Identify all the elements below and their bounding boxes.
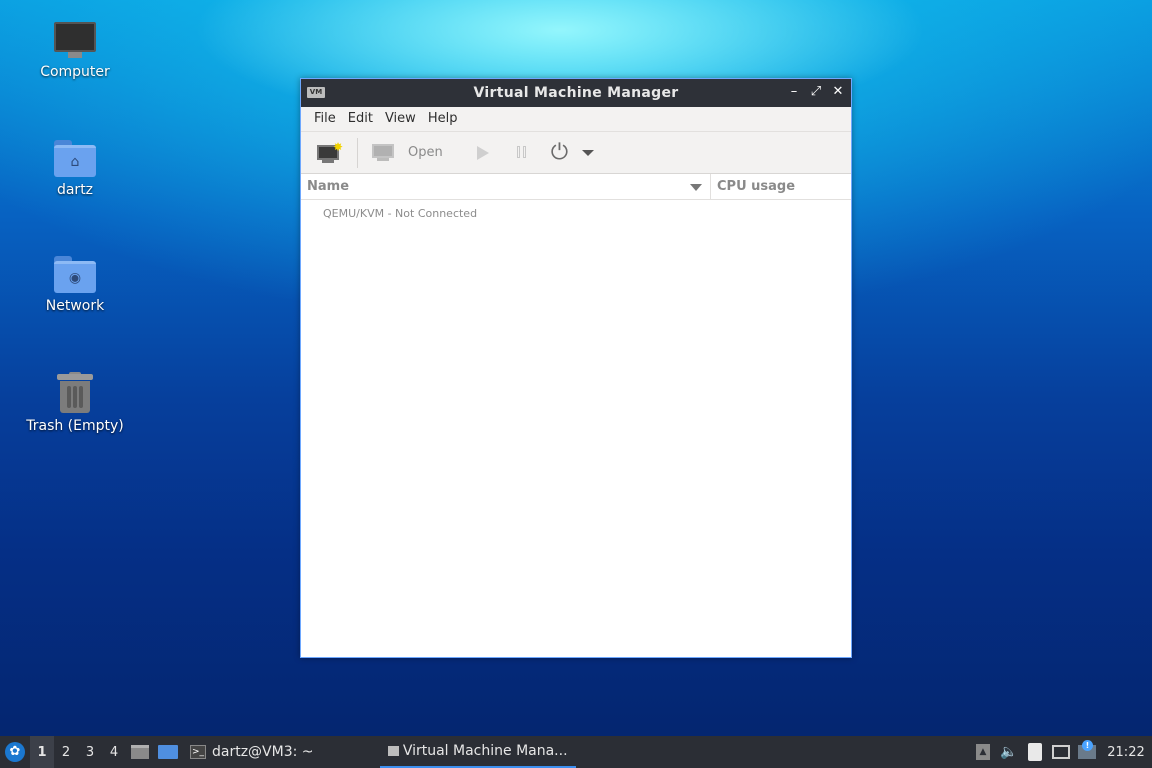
task-vmm[interactable]: Virtual Machine Mana... bbox=[379, 736, 576, 768]
chevron-up-icon: ▲ bbox=[976, 744, 990, 760]
tray-expand-button[interactable]: ▲ bbox=[970, 736, 996, 768]
monitor-icon bbox=[372, 143, 396, 163]
column-name-label: Name bbox=[307, 179, 350, 194]
vmm-app-icon bbox=[387, 746, 399, 756]
window-titlebar[interactable]: VM Virtual Machine Manager – ⤢ ✕ bbox=[301, 79, 851, 107]
open-button[interactable]: Open bbox=[366, 136, 449, 170]
desktop-icon-home[interactable]: ⌂ dartz bbox=[20, 140, 130, 198]
minimize-button[interactable]: – bbox=[785, 83, 803, 101]
trash-icon bbox=[57, 372, 93, 414]
close-button[interactable]: ✕ bbox=[829, 83, 847, 101]
desktop-icon-network[interactable]: ◉ Network bbox=[20, 256, 130, 314]
column-cpu-label: CPU usage bbox=[717, 179, 796, 194]
chevron-down-icon bbox=[582, 149, 595, 156]
menubar: File Edit View Help bbox=[301, 107, 851, 131]
task-terminal-label: dartz@VM3: ~ bbox=[212, 744, 314, 760]
open-button-label: Open bbox=[408, 145, 443, 160]
workspace-2[interactable]: 2 bbox=[54, 736, 78, 768]
notification-icon: ! bbox=[1078, 740, 1096, 759]
menu-edit[interactable]: Edit bbox=[342, 107, 379, 131]
task-vmm-label: Virtual Machine Mana... bbox=[402, 743, 568, 759]
clock[interactable]: 21:22 bbox=[1100, 745, 1152, 760]
workspace-3[interactable]: 3 bbox=[78, 736, 102, 768]
volume-icon: 🔈 bbox=[1000, 744, 1018, 760]
home-folder-icon: ⌂ bbox=[54, 140, 96, 178]
pause-icon bbox=[515, 145, 529, 160]
column-header-name[interactable]: Name bbox=[301, 174, 711, 199]
file-manager-icon bbox=[131, 745, 149, 759]
desktop-icon-label: dartz bbox=[56, 182, 94, 198]
pause-button[interactable] bbox=[509, 136, 535, 170]
clipboard-icon bbox=[1028, 743, 1042, 761]
start-menu-button[interactable]: ✿ bbox=[0, 736, 30, 768]
show-desktop-icon bbox=[158, 745, 178, 759]
play-icon bbox=[476, 145, 489, 160]
run-button[interactable] bbox=[467, 136, 499, 170]
desktop-icon-label: Computer bbox=[40, 64, 110, 80]
clipboard-button[interactable] bbox=[1022, 736, 1048, 768]
taskbar: ✿ 1 2 3 4 >_ dartz@VM3: ~ Virtual Machin… bbox=[0, 736, 1152, 768]
volume-button[interactable]: 🔈 bbox=[996, 736, 1022, 768]
menu-help[interactable]: Help bbox=[422, 107, 464, 131]
desktop-icon-label: Trash (Empty) bbox=[26, 418, 124, 434]
new-vm-button[interactable]: ✸ bbox=[311, 136, 349, 170]
column-header-cpu[interactable]: CPU usage bbox=[711, 174, 851, 199]
vmm-window: VM Virtual Machine Manager – ⤢ ✕ File Ed… bbox=[300, 78, 852, 658]
desktop-icon-label: Network bbox=[45, 298, 105, 314]
network-icon bbox=[1052, 745, 1070, 759]
lxqt-logo-icon: ✿ bbox=[5, 742, 25, 762]
desktop-icon-computer[interactable]: Computer bbox=[20, 22, 130, 80]
power-icon: ⏻ bbox=[550, 139, 569, 165]
connection-label: QEMU/KVM - Not Connected bbox=[323, 206, 478, 220]
notifications-button[interactable]: ! bbox=[1074, 736, 1100, 768]
menu-view[interactable]: View bbox=[379, 107, 422, 131]
sort-descending-icon bbox=[690, 184, 702, 191]
task-terminal[interactable]: >_ dartz@VM3: ~ bbox=[182, 736, 322, 768]
network-button[interactable] bbox=[1048, 736, 1074, 768]
workspace-4[interactable]: 4 bbox=[102, 736, 126, 768]
toolbar-separator bbox=[357, 137, 358, 168]
maximize-button[interactable]: ⤢ bbox=[807, 83, 825, 101]
menu-file[interactable]: File bbox=[308, 107, 342, 131]
network-folder-icon: ◉ bbox=[54, 256, 96, 294]
connection-row[interactable]: QEMU/KVM - Not Connected bbox=[301, 200, 851, 226]
window-title: Virtual Machine Manager bbox=[473, 85, 679, 101]
list-header: Name CPU usage bbox=[301, 174, 851, 200]
shutdown-menu-button[interactable] bbox=[576, 136, 600, 170]
new-vm-icon: ✸ bbox=[317, 140, 343, 164]
toolbar: ✸ Open ⏻ bbox=[301, 131, 851, 174]
vmm-app-icon[interactable]: VM bbox=[307, 87, 325, 98]
terminal-icon: >_ bbox=[190, 745, 206, 759]
system-tray: ▲ 🔈 ! 21:22 bbox=[970, 736, 1152, 768]
computer-icon bbox=[54, 22, 96, 60]
show-desktop-button[interactable] bbox=[154, 736, 182, 768]
file-manager-launcher[interactable] bbox=[126, 736, 154, 768]
desktop-icon-trash[interactable]: Trash (Empty) bbox=[20, 372, 130, 434]
workspace-1[interactable]: 1 bbox=[30, 736, 54, 768]
shutdown-button[interactable]: ⏻ bbox=[545, 136, 574, 170]
